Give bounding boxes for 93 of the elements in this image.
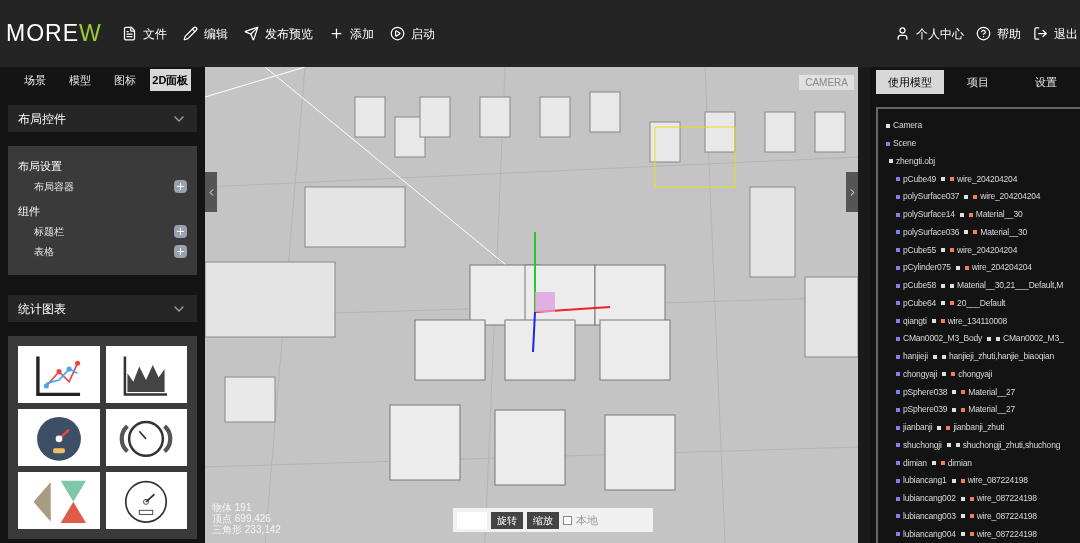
material-label: wire_134110008 [947,314,1008,328]
material-label: wire_204204204 [957,243,1018,257]
panel-tab[interactable]: 图标 [104,69,146,91]
tree-node-label[interactable]: hanjieji [903,350,928,363]
add-button[interactable] [174,244,187,258]
material-label: hanjieji_zhuti,hanjie_biaoqian [948,350,1054,363]
component-label: 标题栏 [34,224,64,239]
material-label: wire_087224198 [967,474,1028,488]
pencil-icon [182,26,198,41]
material-label: shuchongji_zhuti,shuchong [962,438,1061,452]
tree-node-label[interactable]: polySurface14 [903,208,955,221]
tree-node-label[interactable]: lubiancang003 [903,509,956,523]
tree-node-label[interactable]: polySurface037 [903,190,960,204]
user-icon [895,26,910,41]
panel-tab[interactable]: 使用模型 [876,69,944,94]
tree-node-label[interactable]: CMan0002_M3_Body [903,332,983,346]
menu-button[interactable]: 文件 [121,24,167,43]
checkbox-label: 本地 [576,512,598,528]
material-label: Material__30 [975,208,1023,221]
panel-tab[interactable]: 设置 [1012,69,1080,94]
tree-node-label[interactable]: lubiancang1 [903,474,947,488]
menu-button[interactable]: 帮助 [976,24,1021,43]
tree-node-label[interactable]: chongyaji [903,367,938,381]
tree-node-label[interactable]: polySurface036 [903,225,960,239]
tool-button[interactable]: 旋转 [491,511,523,529]
tree-node-label[interactable]: pCube64 [903,296,937,310]
camera-label: CAMERA [799,75,854,90]
material-label: jianbanji_zhuti [953,421,1005,434]
chart-thumbnail[interactable] [18,472,100,529]
panel-tab[interactable]: 项目 [944,69,1012,94]
plus-icon [175,181,186,192]
logo[interactable]: MOREW [6,16,102,51]
tree-node-label[interactable]: lubiancang004 [903,527,956,541]
tree-node-label[interactable]: zhengti.obj [896,154,935,168]
component-label: 布局容器 [34,180,74,194]
material-label: chongyaji [958,367,993,381]
material-label: 20___Default [957,296,1006,310]
tree-node-label[interactable]: pCube49 [903,172,937,186]
plus-icon [175,245,186,257]
material-label: wire_087224198 [976,527,1037,541]
tree-node-label[interactable]: jianbanji [903,421,933,434]
tree-node-label[interactable]: pSphere039 [903,403,948,417]
material-label: wire_204204204 [971,261,1032,275]
material-label: Material__27 [968,385,1016,399]
tree-node-label[interactable]: pCylinder075 [903,261,951,275]
chart-thumbnail[interactable] [105,346,187,403]
group-title: 布局设置 [18,159,63,174]
tree-node-label[interactable]: pSphere038 [903,385,948,399]
component-label: 表格 [34,244,54,259]
chart-thumbnail[interactable] [105,409,187,466]
add-button[interactable] [174,180,187,193]
menu-button[interactable]: 退出 [1033,24,1078,43]
checkbox[interactable] [563,515,572,525]
chart-thumbnail[interactable] [18,409,100,466]
material-label: dimian [947,456,972,470]
tree-node-label[interactable]: lubiancang002 [903,492,956,505]
menu-button[interactable]: 添加 [328,24,374,43]
material-label: Material__27 [968,403,1016,417]
material-label: wire_204204204 [980,190,1041,204]
panel-tab[interactable]: 场景 [14,69,56,91]
material-label: Material__30,21___Default,M [957,279,1064,292]
material-label: wire_204204204 [957,172,1018,186]
material-label: CMan0002_M3_ [1003,332,1064,346]
menu-button[interactable]: 个人中心 [895,24,964,43]
tree-node-label[interactable]: pCube55 [903,243,937,257]
plus-icon [175,225,186,237]
panel-tab[interactable]: 2D面板 [149,69,191,91]
menu-button[interactable]: 发布预览 [243,24,313,43]
material-label: wire_087224198 [976,492,1037,505]
paper-plane-icon [243,26,259,41]
tree-node-label[interactable]: dimian [903,456,927,470]
add-button[interactable] [174,224,187,238]
material-label: Material__30 [980,225,1028,239]
chart-thumbnail[interactable] [105,472,187,529]
chart-thumbnail[interactable] [18,346,100,403]
accordion-header[interactable]: 布局控件 [8,105,197,132]
tree-node-label[interactable]: Camera [893,119,923,133]
menu-button[interactable]: 启动 [389,24,435,43]
document-icon [121,26,137,41]
help-icon [976,26,991,41]
tree-node-label[interactable]: shuchongji [903,438,942,452]
tree-node-label[interactable]: Scene [893,137,917,150]
play-icon [389,26,405,41]
group-title: 组件 [18,203,41,219]
panel-tab[interactable]: 模型 [59,69,101,91]
logout-icon [1033,26,1048,41]
tree-node-label[interactable]: qiangti [903,314,927,328]
tool-button[interactable]: 缩放 [527,511,559,529]
tree-node-label[interactable]: pCube58 [903,279,937,292]
menu-button[interactable]: 编辑 [182,24,228,43]
plus-icon [328,26,344,41]
accordion-header[interactable]: 统计图表 [8,295,197,322]
material-label: wire_087224198 [976,509,1037,523]
